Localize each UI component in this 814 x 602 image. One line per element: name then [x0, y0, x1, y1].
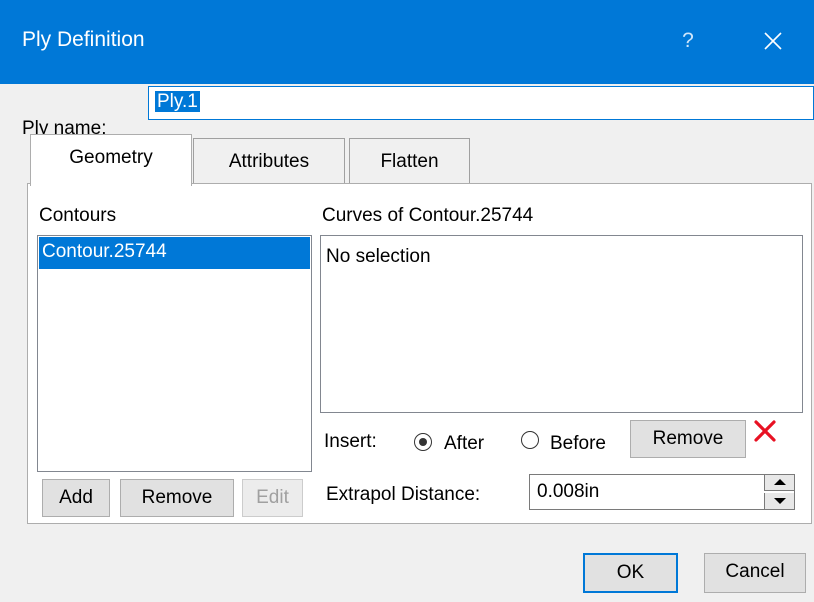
remove-curve-button[interactable]: Remove [630, 420, 746, 458]
list-item[interactable]: Contour.25744 [39, 237, 310, 269]
curves-list[interactable]: No selection [320, 235, 803, 413]
add-contour-button[interactable]: Add [42, 479, 110, 517]
spin-down-button[interactable] [764, 493, 794, 509]
insert-label: Insert: [324, 431, 377, 452]
remove-contour-button[interactable]: Remove [120, 479, 234, 517]
insert-before-label[interactable]: Before [550, 433, 606, 455]
extrapol-distance-value: 0.008in [537, 481, 600, 502]
delete-curve-button[interactable] [752, 418, 780, 446]
add-contour-label: Add [59, 487, 93, 508]
tab-flatten-label: Flatten [380, 151, 439, 172]
extrapol-distance-input[interactable]: 0.008in [529, 474, 795, 510]
window-title: Ply Definition [22, 28, 145, 51]
curves-label: Curves of Contour.25744 [322, 205, 534, 226]
tab-geometry-label: Geometry [69, 147, 153, 168]
ok-button[interactable]: OK [583, 553, 678, 593]
remove-curve-label: Remove [652, 428, 724, 449]
title-bar: Ply Definition ? [0, 0, 814, 84]
close-button[interactable] [756, 24, 790, 58]
tab-attributes-label: Attributes [228, 151, 310, 172]
spin-up-button[interactable] [764, 475, 794, 491]
extrapol-distance-label: Extrapol Distance: [326, 484, 481, 505]
ply-name-input[interactable]: Ply.1 [148, 86, 814, 120]
help-button[interactable]: ? [676, 24, 700, 58]
insert-after-label[interactable]: After [444, 433, 484, 455]
edit-contour-button[interactable]: Edit [242, 479, 303, 517]
cancel-button[interactable]: Cancel [704, 553, 806, 593]
ok-label: OK [616, 562, 645, 583]
insert-after-radio[interactable] [414, 433, 432, 451]
edit-contour-label: Edit [256, 487, 289, 508]
curves-empty-text: No selection [326, 246, 431, 267]
insert-before-radio[interactable] [521, 431, 539, 449]
geometry-panel: Contours Contour.25744 Curves of Contour… [27, 183, 812, 524]
cancel-label: Cancel [725, 561, 785, 582]
ply-name-value: Ply.1 [155, 91, 200, 112]
contours-list[interactable]: Contour.25744 [37, 235, 312, 472]
contours-label: Contours [39, 205, 117, 226]
remove-contour-label: Remove [141, 487, 213, 508]
tab-geometry[interactable]: Geometry [30, 134, 192, 186]
red-x-icon [754, 420, 776, 442]
close-icon [764, 32, 782, 50]
tab-attributes[interactable]: Attributes [193, 138, 345, 186]
tab-flatten[interactable]: Flatten [349, 138, 470, 186]
